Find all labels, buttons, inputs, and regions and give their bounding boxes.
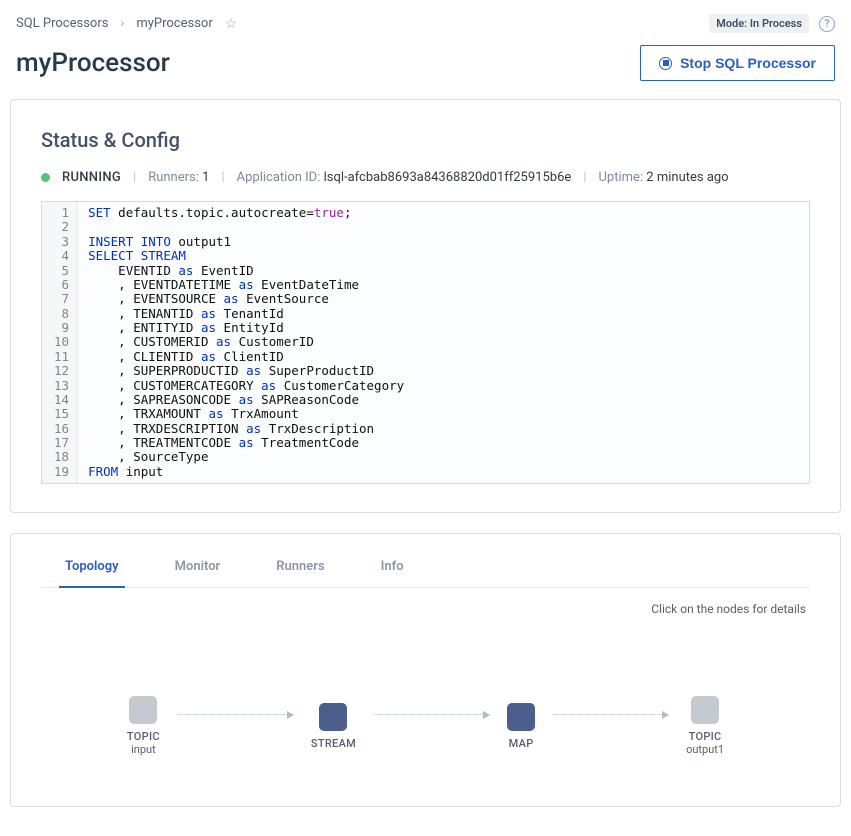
stop-button-label: Stop SQL Processor: [680, 55, 816, 71]
chevron-right-icon: ›: [120, 16, 124, 31]
node-title: STREAM: [311, 737, 356, 750]
node-subtitle: output1: [686, 743, 724, 756]
topology-node-map[interactable]: MAP: [507, 703, 535, 750]
arrow-icon: [374, 714, 489, 715]
tab-monitor[interactable]: Monitor: [169, 549, 227, 588]
status-state: RUNNING: [62, 170, 121, 185]
node-title: TOPIC: [127, 730, 160, 743]
page-title: myProcessor: [16, 48, 170, 78]
status-indicator-dot: [41, 173, 50, 182]
editor-gutter: 12345678910111213141516171819: [42, 202, 78, 483]
status-config-card: Status & Config RUNNING | Runners: 1 | A…: [10, 99, 841, 513]
node-box-icon: [507, 703, 535, 731]
help-icon[interactable]: ?: [819, 16, 835, 32]
topology-node-input[interactable]: TOPICinput: [127, 696, 160, 756]
favorite-star-icon[interactable]: ☆: [225, 16, 238, 32]
stop-icon: [659, 57, 672, 70]
node-title: TOPIC: [689, 730, 722, 743]
uptime-value: 2 minutes ago: [646, 170, 728, 185]
tab-info[interactable]: Info: [375, 549, 410, 588]
detail-card: Topology Monitor Runners Info Click on the …: [10, 533, 841, 807]
appid-value: lsql-afcbab8693a84368820d01ff25915b6e: [324, 170, 572, 185]
node-subtitle: input: [131, 743, 156, 756]
tab-runners[interactable]: Runners: [270, 549, 330, 588]
arrow-icon: [553, 714, 668, 715]
status-config-heading: Status & Config: [41, 128, 810, 152]
runners-label: Runners:: [148, 170, 199, 185]
topology-node-output1[interactable]: TOPICoutput1: [686, 696, 724, 756]
stop-sql-processor-button[interactable]: Stop SQL Processor: [640, 45, 835, 81]
tabs: Topology Monitor Runners Info: [41, 548, 810, 588]
sql-editor[interactable]: 12345678910111213141516171819 SET defaul…: [41, 201, 810, 484]
arrow-icon: [178, 714, 293, 715]
breadcrumb-root[interactable]: SQL Processors: [16, 16, 108, 31]
runners-value: 1: [202, 170, 209, 185]
title-row: myProcessor Stop SQL Processor: [10, 45, 841, 99]
topology-hint: Click on the nodes for details: [41, 588, 810, 616]
tab-topology[interactable]: Topology: [59, 549, 125, 588]
breadcrumb: SQL Processors › myProcessor ☆: [16, 16, 237, 32]
node-box-icon: [691, 696, 719, 724]
status-line: RUNNING | Runners: 1 | Application ID: l…: [41, 170, 810, 185]
editor-code[interactable]: SET defaults.topic.autocreate=true;​INSE…: [78, 202, 414, 483]
topology-graph: TOPICinputSTREAMMAPTOPICoutput1: [41, 616, 810, 776]
mode-badge: Mode: In Process: [709, 14, 809, 33]
node-title: MAP: [509, 737, 534, 750]
uptime-label: Uptime:: [598, 170, 643, 185]
node-box-icon: [129, 696, 157, 724]
node-box-icon: [319, 703, 347, 731]
appid-label: Application ID:: [237, 170, 321, 185]
topbar: SQL Processors › myProcessor ☆ Mode: In …: [10, 10, 841, 45]
topbar-right: Mode: In Process ?: [709, 14, 835, 33]
breadcrumb-current: myProcessor: [136, 16, 212, 31]
topology-node-stream[interactable]: STREAM: [311, 703, 356, 750]
